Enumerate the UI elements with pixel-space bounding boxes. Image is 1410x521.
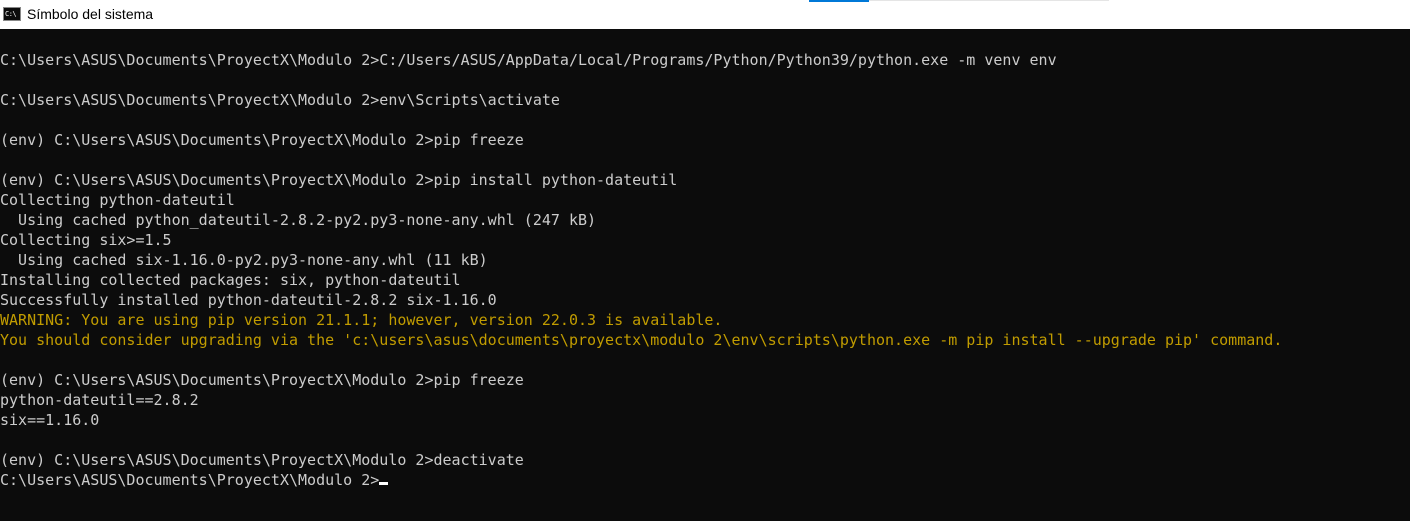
console-line: Collecting python-dateutil bbox=[0, 191, 235, 209]
console-line: C:\Users\ASUS\Documents\ProyectX\Modulo … bbox=[0, 91, 560, 109]
console-line: (env) C:\Users\ASUS\Documents\ProyectX\M… bbox=[0, 171, 678, 189]
console-line: Using cached python_dateutil-2.8.2-py2.p… bbox=[0, 211, 597, 229]
console-output[interactable]: C:\Users\ASUS\Documents\ProyectX\Modulo … bbox=[0, 29, 1410, 521]
console-line: Installing collected packages: six, pyth… bbox=[0, 271, 461, 289]
console-line: Collecting six>=1.5 bbox=[0, 231, 172, 249]
console-line: (env) C:\Users\ASUS\Documents\ProyectX\M… bbox=[0, 451, 524, 469]
console-line: (env) C:\Users\ASUS\Documents\ProyectX\M… bbox=[0, 371, 524, 389]
prompt-line[interactable]: C:\Users\ASUS\Documents\ProyectX\Modulo … bbox=[0, 470, 389, 490]
warning-line: You should consider upgrading via the 'c… bbox=[0, 331, 1283, 349]
warning-line: WARNING: You are using pip version 21.1.… bbox=[0, 311, 723, 329]
window-title: Símbolo del sistema bbox=[27, 6, 154, 22]
cmd-icon: C:\ bbox=[3, 7, 21, 21]
console-line: C:\Users\ASUS\Documents\ProyectX\Modulo … bbox=[0, 51, 1057, 69]
prompt-text: C:\Users\ASUS\Documents\ProyectX\Modulo … bbox=[0, 471, 380, 489]
console-line: (env) C:\Users\ASUS\Documents\ProyectX\M… bbox=[0, 131, 524, 149]
title-bar-accent bbox=[809, 0, 869, 2]
command-prompt-window: C:\ Símbolo del sistema C:\Users\ASUS\Do… bbox=[0, 0, 1410, 521]
console-line: Successfully installed python-dateutil-2… bbox=[0, 291, 497, 309]
text-cursor bbox=[379, 482, 389, 485]
title-bar[interactable]: C:\ Símbolo del sistema bbox=[0, 0, 1410, 29]
console-line: Using cached six-1.16.0-py2.py3-none-any… bbox=[0, 251, 488, 269]
console-line: python-dateutil==2.8.2 bbox=[0, 391, 199, 409]
console-line: six==1.16.0 bbox=[0, 411, 100, 429]
title-bar-divider bbox=[869, 0, 1109, 1]
